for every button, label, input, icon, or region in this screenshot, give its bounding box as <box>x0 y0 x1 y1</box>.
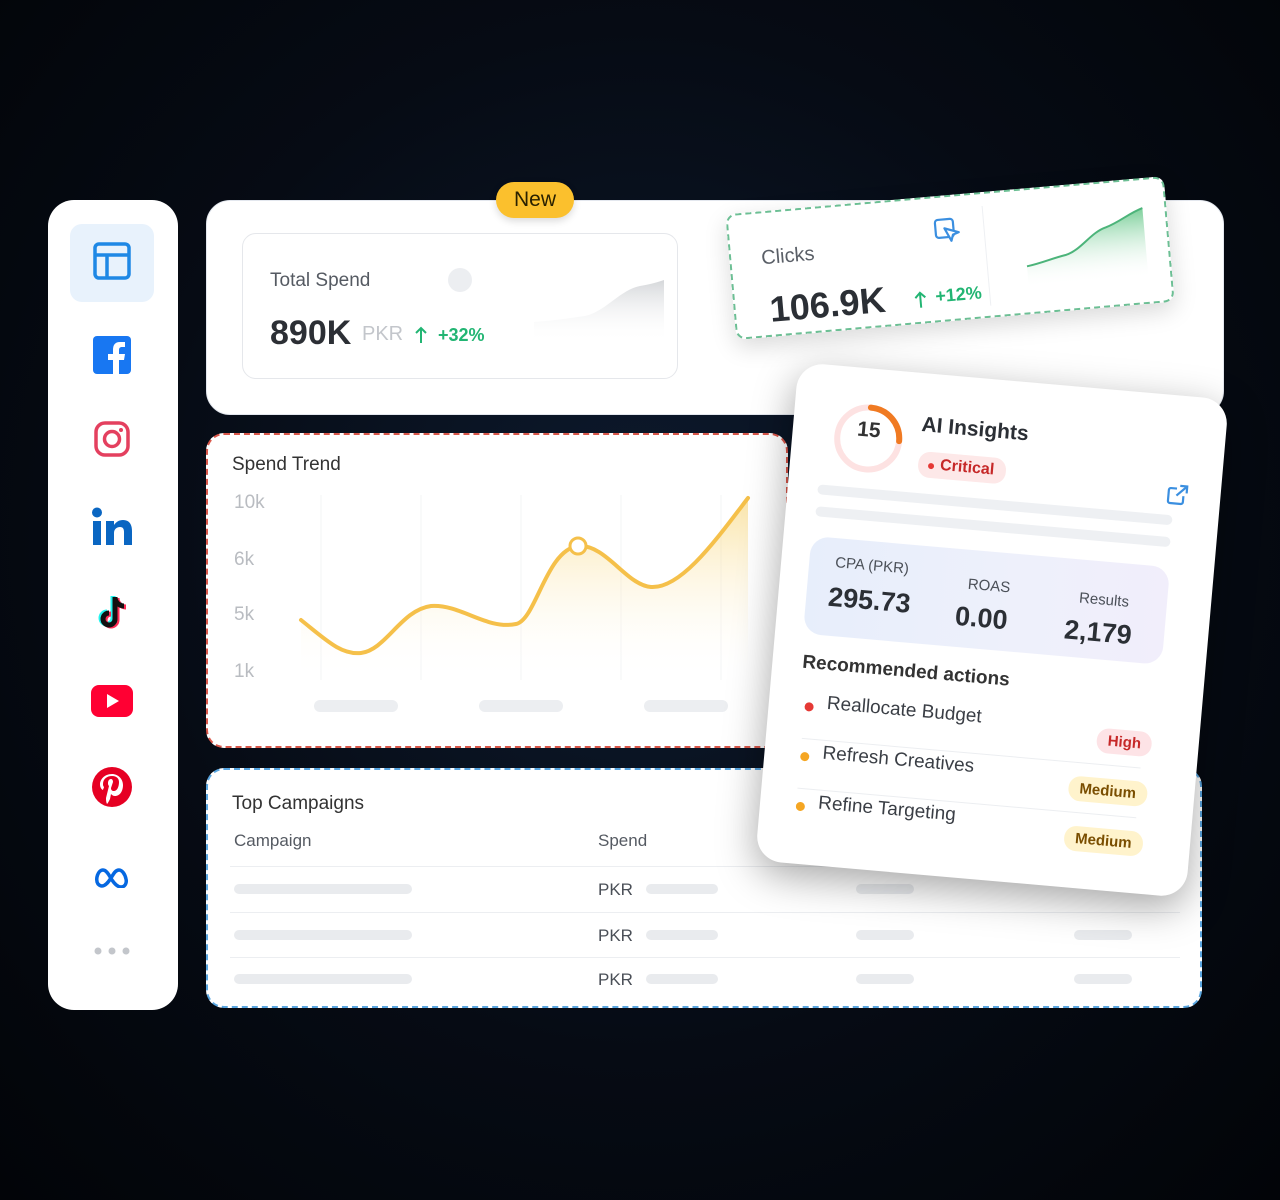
external-link-icon[interactable] <box>1165 483 1189 512</box>
action-item[interactable]: Refine Targeting <box>817 793 956 827</box>
cell-placeholder <box>1074 930 1132 940</box>
action-item[interactable]: Reallocate Budget <box>826 693 983 728</box>
sidebar-item-linkedin[interactable] <box>70 490 154 568</box>
linkedin-icon <box>91 507 133 552</box>
clicks-delta: +12% <box>934 282 983 307</box>
campaign-name-placeholder <box>234 884 412 894</box>
arrow-up-icon <box>913 289 929 315</box>
sidebar-item-tiktok[interactable] <box>70 576 154 654</box>
metrics-panel: CPA (PKR) 295.73 ROAS 0.00 Results 2,179 <box>802 535 1171 665</box>
meta-icon <box>94 866 130 893</box>
tiktok-icon <box>93 593 131 638</box>
spend-placeholder <box>646 930 718 940</box>
ai-insights-card: 15 AI Insights Critical CPA (PKR) 295.73… <box>755 362 1229 898</box>
dashboard-layout-icon <box>92 241 132 286</box>
instagram-icon <box>93 420 131 463</box>
sidebar-item-facebook[interactable] <box>70 318 154 396</box>
y-tick-label: 10k <box>234 492 265 513</box>
recommended-actions-title: Recommended actions <box>801 651 1011 691</box>
facebook-icon <box>93 335 131 379</box>
table-divider <box>230 912 1180 913</box>
spend-currency: PKR <box>598 970 633 989</box>
campaign-name-placeholder <box>234 930 412 940</box>
spend-trend-chart: 10k 6k 5k 1k <box>234 492 750 712</box>
new-badge: New <box>496 182 574 218</box>
spend-currency: PKR <box>598 880 633 899</box>
priority-badge: High <box>1095 727 1154 758</box>
x-tick-placeholder <box>644 700 728 712</box>
clicks-sparkline <box>1018 198 1155 294</box>
spend-currency: PKR <box>598 926 633 945</box>
priority-badge: Medium <box>1063 825 1144 857</box>
action-item[interactable]: Refresh Creatives <box>822 743 975 778</box>
clicks-divider <box>981 205 992 306</box>
column-header-campaign[interactable]: Campaign <box>234 831 312 851</box>
trend-point-marker <box>568 536 588 556</box>
sidebar-item-meta[interactable] <box>70 840 154 918</box>
youtube-icon <box>91 684 133 722</box>
clicks-value: 106.9K <box>768 278 888 330</box>
priority-badge: Medium <box>1067 775 1149 808</box>
metric-value: 295.73 <box>826 581 912 619</box>
sidebar-item-pinterest[interactable] <box>70 750 154 828</box>
spend-trend-title: Spend Trend <box>232 454 341 475</box>
priority-dot <box>799 751 810 762</box>
y-tick-label: 6k <box>234 549 255 570</box>
sidebar-item-youtube[interactable] <box>70 664 154 742</box>
metric-label: CPA (PKR) <box>834 554 910 578</box>
cursor-click-icon <box>932 216 963 251</box>
sidebar <box>48 200 178 1010</box>
sidebar-item-instagram[interactable] <box>70 402 154 480</box>
x-tick-placeholder <box>479 700 563 712</box>
priority-dot <box>795 801 806 812</box>
cell-placeholder <box>1074 974 1132 984</box>
total-spend-value: 890K <box>270 314 352 352</box>
campaign-name-placeholder <box>234 974 412 984</box>
sidebar-item-dashboard[interactable] <box>70 224 154 302</box>
metric-label: ROAS <box>967 575 1011 597</box>
clicks-title: Clicks <box>760 242 816 270</box>
cell-placeholder <box>856 930 914 940</box>
metric-value: 0.00 <box>953 600 1009 636</box>
column-header-spend[interactable]: Spend <box>598 831 647 851</box>
arrow-up-icon <box>414 325 428 345</box>
info-dot-icon <box>448 268 472 292</box>
spend-placeholder <box>646 884 718 894</box>
status-badge: Critical <box>917 450 1008 485</box>
metric-value: 2,179 <box>1063 614 1133 651</box>
total-spend-delta: +32% <box>438 325 485 345</box>
spend-placeholder <box>646 974 718 984</box>
x-tick-placeholder <box>314 700 398 712</box>
spend-sparkline <box>530 272 670 347</box>
pinterest-icon <box>91 766 133 813</box>
total-spend-title: Total Spend <box>270 270 371 291</box>
top-campaigns-title: Top Campaigns <box>232 793 365 814</box>
ai-insights-title: AI Insights <box>920 413 1030 446</box>
y-tick-label: 1k <box>234 661 255 682</box>
total-spend-unit: PKR <box>362 323 404 345</box>
table-divider <box>230 957 1180 958</box>
sidebar-item-more[interactable] <box>70 912 154 990</box>
score-value: 15 <box>856 417 882 443</box>
cell-placeholder <box>856 974 914 984</box>
cell-placeholder <box>856 884 914 894</box>
more-dots-icon <box>94 942 130 960</box>
priority-dot <box>804 701 814 712</box>
metric-label: Results <box>1078 589 1130 611</box>
y-tick-label: 5k <box>234 604 255 625</box>
